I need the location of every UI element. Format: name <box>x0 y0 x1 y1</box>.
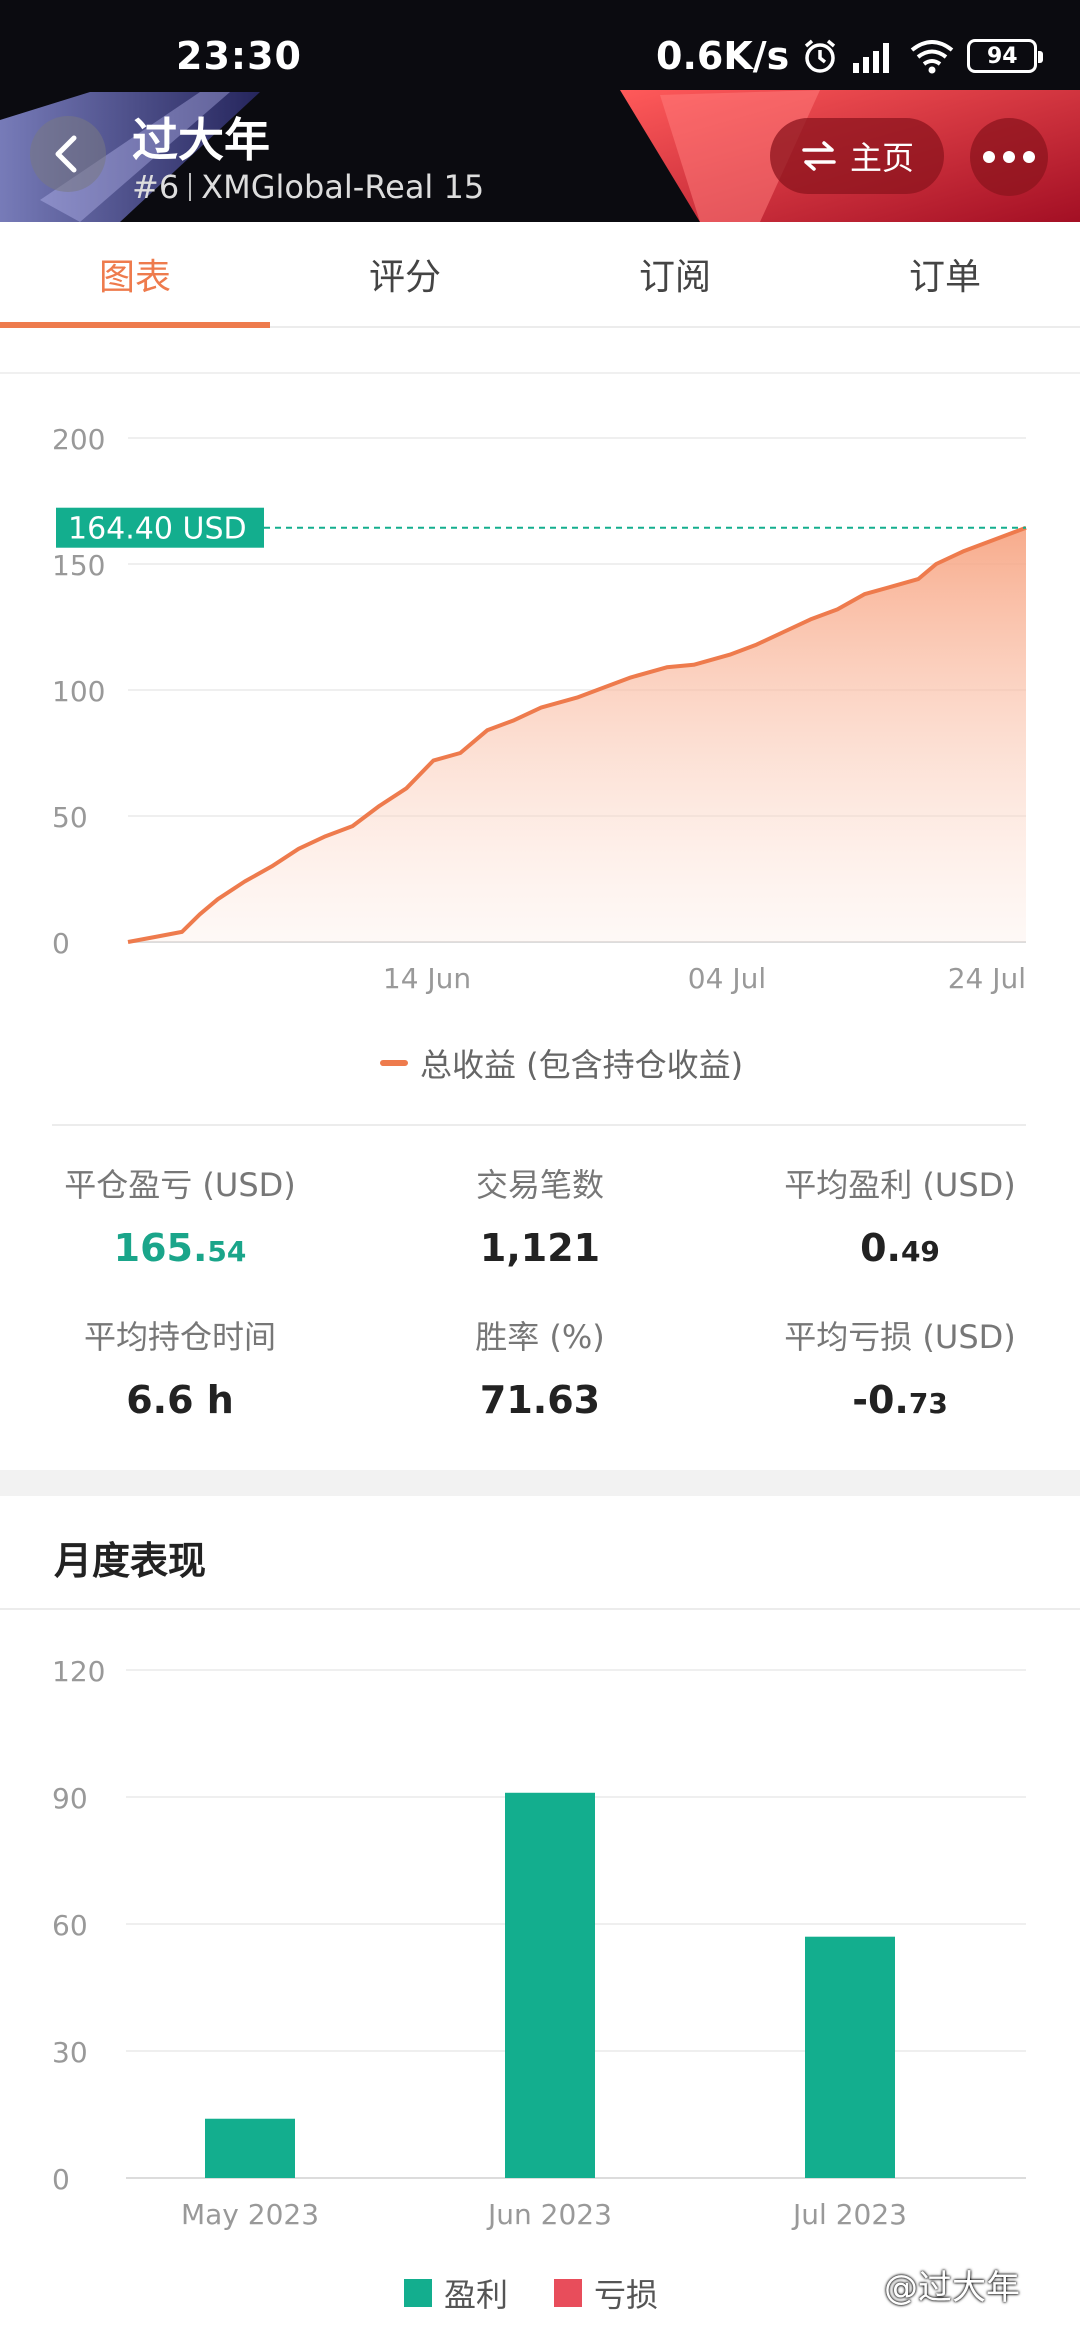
stat-value-dec: 54 <box>207 1235 247 1268</box>
stat-label: 交易笔数 <box>475 1166 604 1204</box>
swap-arrows-icon <box>802 141 836 171</box>
tab-chart[interactable]: 图表 <box>0 222 270 328</box>
x-tick-label: 04 Jul <box>688 962 766 995</box>
x-tick-label: 24 Jul <box>948 962 1026 995</box>
subtitle-divider <box>189 173 192 201</box>
x-tick-label: May 2023 <box>181 2198 319 2231</box>
legend-label-profit: 盈利 <box>444 2276 509 2314</box>
tab-subscribe[interactable]: 订阅 <box>540 222 810 326</box>
stat-avg-loss: 平均亏损 (USD) -0.73 <box>720 1312 1080 1422</box>
battery-indicator: 94 <box>967 39 1044 73</box>
stat-value: 165.54 <box>0 1226 360 1270</box>
price-tag-label: 164.40 USD <box>68 512 247 547</box>
legend-swatch-loss <box>554 2279 583 2307</box>
stat-value: 0.49 <box>720 1226 1080 1270</box>
stat-value-int: 165. <box>113 1226 208 1270</box>
more-button[interactable] <box>970 118 1048 196</box>
growth-chart: 0 50 100 150 200 14 Jun 04 Jul 24 Jul 164.40 USD <box>52 423 1027 995</box>
section-title-cut: ▔▔ <box>54 330 116 354</box>
page-title: 过大年 <box>132 113 270 167</box>
bar-profit <box>505 1792 595 2178</box>
scrolled-section-header: ▔▔ ▔▔ <box>0 330 1080 374</box>
x-tick-label: Jul 2023 <box>791 2198 907 2231</box>
y-tick-label: 150 <box>52 549 105 582</box>
account-name: XMGlobal-Real 15 <box>201 168 485 206</box>
stat-value-int: 0. <box>860 1226 901 1270</box>
tab-rating[interactable]: 评分 <box>270 222 540 326</box>
section-divider <box>52 1124 1026 1126</box>
section-action-cut: ▔▔ <box>928 330 978 350</box>
watermark: @过大年 <box>884 2268 1020 2308</box>
monthly-title: 月度表现 <box>54 1539 207 1583</box>
back-button[interactable] <box>30 116 106 192</box>
stat-win-rate: 胜率 (%) 71.63 <box>360 1312 720 1422</box>
series-area <box>128 527 1026 942</box>
status-indicators: 0.6K/s 94 <box>656 34 1044 78</box>
stat-closed-pl: 平仓盈亏 (USD) 165.54 <box>0 1160 360 1270</box>
stat-value-dec: 73 <box>908 1387 948 1420</box>
bar-profit <box>205 2118 295 2178</box>
wifi-icon <box>911 40 954 74</box>
tab-bar: 图表 评分 订阅 订单 <box>0 222 1080 328</box>
battery-level: 94 <box>986 43 1018 69</box>
bar-profit <box>805 1936 895 2178</box>
y-tick-label: 200 <box>52 423 105 456</box>
y-tick-label: 30 <box>52 2036 88 2069</box>
network-speed: 0.6K/s <box>656 34 790 78</box>
chevron-left-icon <box>55 135 77 173</box>
stat-avg-profit: 平均盈利 (USD) 0.49 <box>720 1160 1080 1270</box>
stat-trades: 交易笔数 1,121 <box>360 1160 720 1270</box>
stat-value: -0.73 <box>720 1378 1080 1422</box>
signal-icon <box>853 43 890 73</box>
x-tick-label: Jun 2023 <box>486 2198 612 2231</box>
x-tick-label: 14 Jun <box>383 962 471 995</box>
monthly-legend: 盈利 亏损 <box>404 2270 688 2316</box>
stat-label: 胜率 (%) <box>475 1318 605 1356</box>
tab-orders[interactable]: 订单 <box>810 222 1080 326</box>
stat-value: 71.63 <box>479 1378 601 1422</box>
section-gap <box>0 1470 1080 1496</box>
y-tick-label: 120 <box>52 1655 105 1688</box>
legend-swatch-profit <box>404 2279 432 2307</box>
growth-legend-label: 总收益 (包含持仓收益) <box>420 1046 744 1084</box>
legend-label-loss: 亏损 <box>594 2276 659 2314</box>
stat-label: 平均盈利 (USD) <box>784 1166 1016 1204</box>
monthly-divider <box>0 1608 1080 1610</box>
stat-label: 平均持仓时间 <box>83 1318 276 1356</box>
legend-item-profit[interactable]: 盈利 <box>404 2270 508 2316</box>
stat-label: 平仓盈亏 (USD) <box>64 1166 296 1204</box>
stat-value: 6.6 h <box>126 1378 234 1422</box>
rank-badge: #6 <box>132 168 180 206</box>
growth-legend: 总收益 (包含持仓收益) <box>380 1040 743 1086</box>
y-tick-label: 0 <box>52 927 70 960</box>
account-subtitle: #6 XMGlobal-Real 15 <box>132 168 484 206</box>
y-tick-label: 90 <box>52 1782 88 1815</box>
alarm-icon <box>805 39 836 73</box>
y-tick-label: 60 <box>52 1909 88 1942</box>
stat-label: 平均亏损 (USD) <box>784 1318 1016 1356</box>
y-tick-label: 50 <box>52 801 88 834</box>
legend-swatch-line <box>380 1060 408 1066</box>
home-button-label: 主页 <box>849 139 914 177</box>
app-header: 23:30 0.6K/s 94 过大年 #6 XMGlobal-Real 15 … <box>0 0 1080 222</box>
stat-value: 1,121 <box>479 1226 601 1270</box>
stat-avg-hold: 平均持仓时间 6.6 h <box>0 1312 360 1422</box>
status-time: 23:30 <box>176 34 302 78</box>
legend-item-loss[interactable]: 亏损 <box>554 2270 658 2316</box>
monthly-bar-chart: 0 30 60 90 120 May 2023 Jun 2023 Jul 2023 <box>52 1655 1026 2231</box>
y-tick-label: 100 <box>52 675 105 708</box>
status-bar: 23:30 0.6K/s 94 <box>0 0 1080 92</box>
more-dots-icon <box>983 151 1035 163</box>
stat-value-dec: 49 <box>900 1235 940 1268</box>
stat-value-int: -0. <box>852 1378 909 1422</box>
y-tick-label: 0 <box>52 2163 70 2196</box>
home-button[interactable]: 主页 <box>770 118 944 194</box>
